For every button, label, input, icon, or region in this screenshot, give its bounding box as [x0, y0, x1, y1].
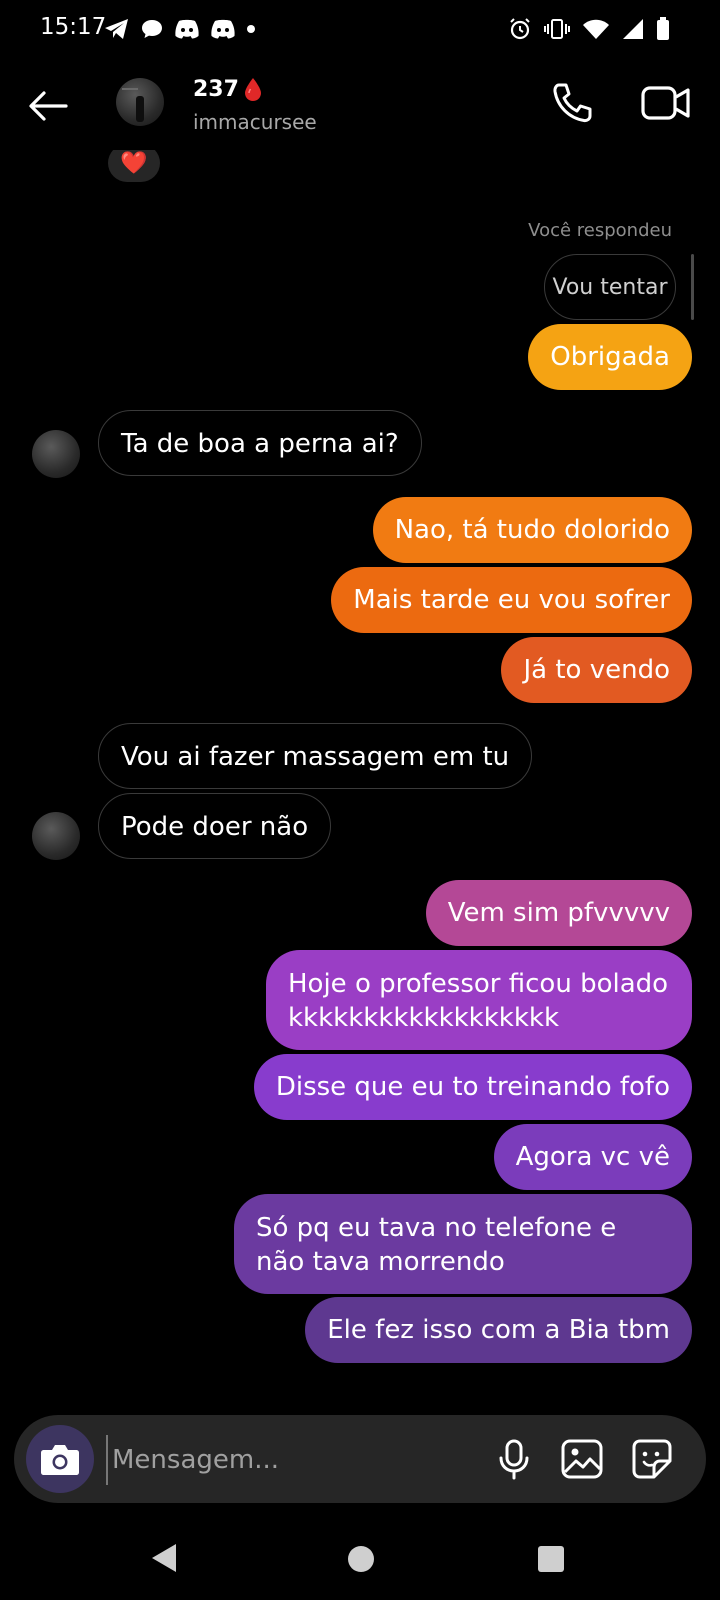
- status-time: 15:17: [40, 14, 107, 40]
- message-bubble-sent[interactable]: Disse que eu to treinando fofo: [253, 1054, 692, 1120]
- message-bubble-sent[interactable]: Ele fez isso com a Bia tbm: [305, 1297, 692, 1363]
- camera-icon: [41, 1445, 79, 1475]
- message-bubble-sent[interactable]: Hoje o professor ficou bolado kkkkkkkkkk…: [266, 950, 692, 1050]
- video-camera-icon[interactable]: [640, 80, 692, 126]
- reply-quoted-message[interactable]: Vou tentar: [544, 254, 676, 320]
- message-bubble-sent[interactable]: Nao, tá tudo dolorido: [372, 497, 692, 563]
- message-bubble-sent[interactable]: Só pq eu tava no telefone e não tava mor…: [234, 1194, 692, 1294]
- chat-header: 237 immacursee: [0, 60, 720, 150]
- camera-button[interactable]: [26, 1425, 94, 1493]
- sender-avatar[interactable]: [32, 812, 80, 860]
- discord-icon: [211, 19, 235, 39]
- reply-context-label: Você respondeu: [528, 220, 672, 241]
- contact-name[interactable]: 237: [193, 76, 263, 102]
- avatar[interactable]: [116, 78, 164, 126]
- microphone-icon[interactable]: [492, 1437, 536, 1481]
- message-bubble-sent[interactable]: Obrigada: [528, 324, 692, 390]
- message-bubble-sent[interactable]: Agora vc vê: [493, 1124, 692, 1190]
- discord-icon: [175, 19, 199, 39]
- chat-bubble-icon: [142, 20, 162, 38]
- message-thread[interactable]: ❤️ Você respondeu Vou tentar Obrigada Ta…: [0, 150, 720, 1415]
- message-composer: [14, 1415, 706, 1503]
- reply-indicator-bar: [691, 254, 694, 320]
- wifi-icon: [583, 19, 609, 39]
- alarm-icon: [510, 18, 530, 40]
- message-bubble-sent[interactable]: Mais tarde eu vou sofrer: [331, 567, 692, 633]
- heart-reaction[interactable]: ❤️: [108, 150, 160, 182]
- message-bubble-sent[interactable]: Vem sim pfvvvvv: [425, 880, 692, 946]
- nav-back-icon[interactable]: [150, 1542, 178, 1574]
- nav-home-icon[interactable]: [348, 1546, 374, 1572]
- message-input[interactable]: [106, 1435, 494, 1485]
- sticker-icon[interactable]: [630, 1437, 674, 1481]
- message-bubble-received[interactable]: Vou ai fazer massagem em tu: [98, 723, 533, 789]
- phone-icon[interactable]: [550, 80, 596, 126]
- heart-icon: ❤️: [120, 150, 148, 176]
- system-navigation-bar: [0, 1520, 720, 1600]
- contact-name-text: 237: [193, 76, 239, 102]
- message-bubble-received[interactable]: Pode doer não: [98, 793, 332, 859]
- message-bubble-received[interactable]: Ta de boa a perna ai?: [98, 410, 422, 476]
- signal-icon: [623, 19, 643, 39]
- nav-recents-icon[interactable]: [538, 1546, 564, 1572]
- contact-username[interactable]: immacursee: [193, 110, 317, 134]
- battery-icon: [657, 17, 669, 40]
- vibrate-icon: [544, 19, 570, 39]
- status-bar: 15:17: [0, 0, 720, 60]
- avatar-photo: [122, 88, 144, 122]
- telegram-icon: [105, 19, 128, 39]
- gallery-icon[interactable]: [560, 1437, 604, 1481]
- message-bubble-sent[interactable]: Já to vendo: [501, 637, 692, 703]
- notification-dot-icon: [247, 25, 255, 33]
- back-arrow-icon[interactable]: [26, 84, 70, 128]
- sender-avatar[interactable]: [32, 430, 80, 478]
- blood-drop-icon: [244, 78, 261, 101]
